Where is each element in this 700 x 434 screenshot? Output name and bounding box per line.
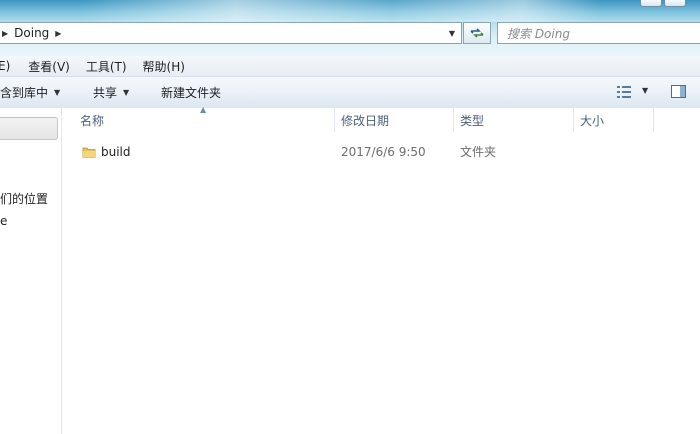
address-dropdown-icon[interactable]: ▼ <box>443 23 461 43</box>
column-type[interactable]: 类型 <box>454 108 574 132</box>
table-row[interactable]: build 2017/6/6 9:50 文件夹 <box>62 141 700 163</box>
new-folder-button[interactable]: 新建文件夹 <box>161 77 221 108</box>
file-name: build <box>101 145 131 159</box>
menu-view[interactable]: 查看(V) <box>28 58 70 75</box>
navigation-pane: 们的位置 e <box>0 108 62 434</box>
address-bar[interactable]: ▶ Doing ▶ ▼ <box>0 22 462 44</box>
search-input[interactable]: 搜索 Doing <box>497 22 700 44</box>
breadcrumb-doing[interactable]: Doing <box>14 26 49 40</box>
chevron-down-icon: ▼ <box>123 88 130 97</box>
command-bar: 含到库中 ▼ 共享 ▼ 新建文件夹 ▼ <box>0 77 700 109</box>
column-header: ▲ 名称 修改日期 类型 大小 <box>62 105 700 132</box>
column-type-label: 类型 <box>460 114 485 128</box>
refresh-icon <box>470 28 484 38</box>
restore-button[interactable] <box>640 0 662 7</box>
column-modified[interactable]: 修改日期 <box>335 108 454 132</box>
menu-bar: E) 查看(V) 工具(T) 帮助(H) <box>0 56 700 77</box>
refresh-button[interactable] <box>463 22 491 44</box>
folder-icon <box>82 147 96 158</box>
include-in-library-button[interactable]: 含到库中 ▼ <box>0 77 60 108</box>
column-name[interactable]: 名称 <box>74 108 335 132</box>
menu-help[interactable]: 帮助(H) <box>143 58 185 75</box>
file-modified: 2017/6/6 9:50 <box>341 145 426 159</box>
column-size-label: 大小 <box>580 114 605 128</box>
preview-pane-icon[interactable] <box>671 85 686 98</box>
breadcrumb-chevron-icon[interactable]: ▶ <box>2 29 8 38</box>
close-button[interactable] <box>664 0 686 7</box>
breadcrumb-chevron-icon[interactable]: ▶ <box>55 29 61 38</box>
nav-item-e[interactable]: e <box>0 214 7 228</box>
menu-edit[interactable]: E) <box>0 59 10 73</box>
views-icon[interactable] <box>617 86 633 98</box>
menu-tools[interactable]: 工具(T) <box>86 58 127 75</box>
file-type: 文件夹 <box>460 145 497 159</box>
share-button[interactable]: 共享 ▼ <box>93 77 129 108</box>
column-name-label: 名称 <box>80 114 105 128</box>
chevron-down-icon: ▼ <box>54 88 61 97</box>
new-folder-label: 新建文件夹 <box>161 86 222 100</box>
column-size[interactable]: 大小 <box>574 108 654 132</box>
views-dropdown-icon[interactable]: ▼ <box>642 86 648 95</box>
nav-selected-item[interactable] <box>0 117 58 140</box>
nav-item-recent-places[interactable]: 们的位置 <box>0 190 48 207</box>
include-in-library-label: 含到库中 <box>0 86 49 100</box>
share-label: 共享 <box>93 86 118 100</box>
file-list: ▲ 名称 修改日期 类型 大小 build 2017/6/6 9:50 文件夹 <box>62 105 700 434</box>
glass-highlight <box>80 0 600 22</box>
column-modified-label: 修改日期 <box>341 114 390 128</box>
